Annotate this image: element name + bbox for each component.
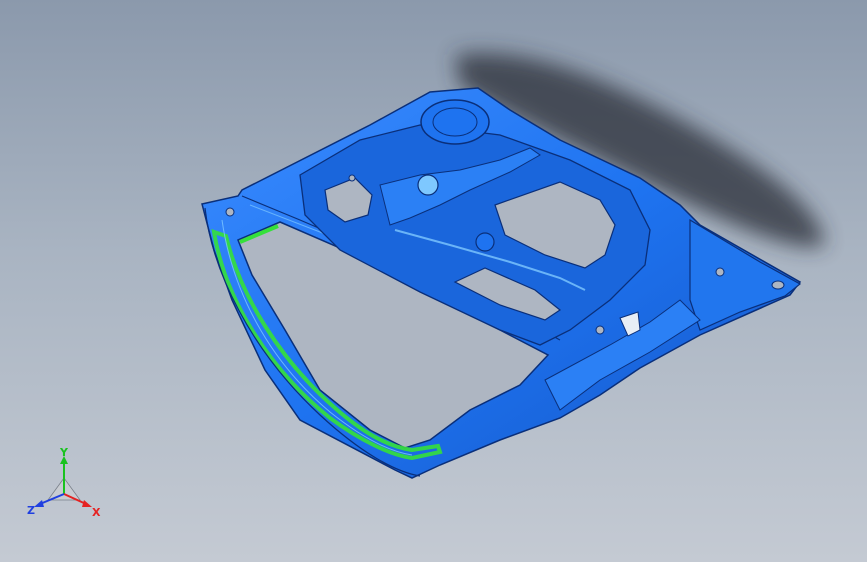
hinge-bolt-hole	[771, 280, 785, 290]
z-axis-arrow	[34, 500, 44, 507]
mount-hole	[225, 207, 235, 217]
regulator-hub	[417, 174, 439, 196]
speaker-opening	[420, 99, 490, 145]
regulator-pivot	[475, 232, 495, 252]
coordinate-triad: Y X Z	[27, 448, 101, 519]
x-axis-label: X	[92, 506, 101, 519]
y-axis-label: Y	[59, 448, 69, 459]
model-scene[interactable]	[0, 0, 867, 562]
mount-hole	[715, 267, 725, 277]
mount-hole	[348, 174, 356, 182]
cad-graphics-viewport[interactable]: Y X Z	[0, 0, 867, 562]
z-axis-label: Z	[27, 504, 35, 517]
x-axis-arrow	[82, 500, 92, 507]
mount-hole	[595, 325, 605, 335]
